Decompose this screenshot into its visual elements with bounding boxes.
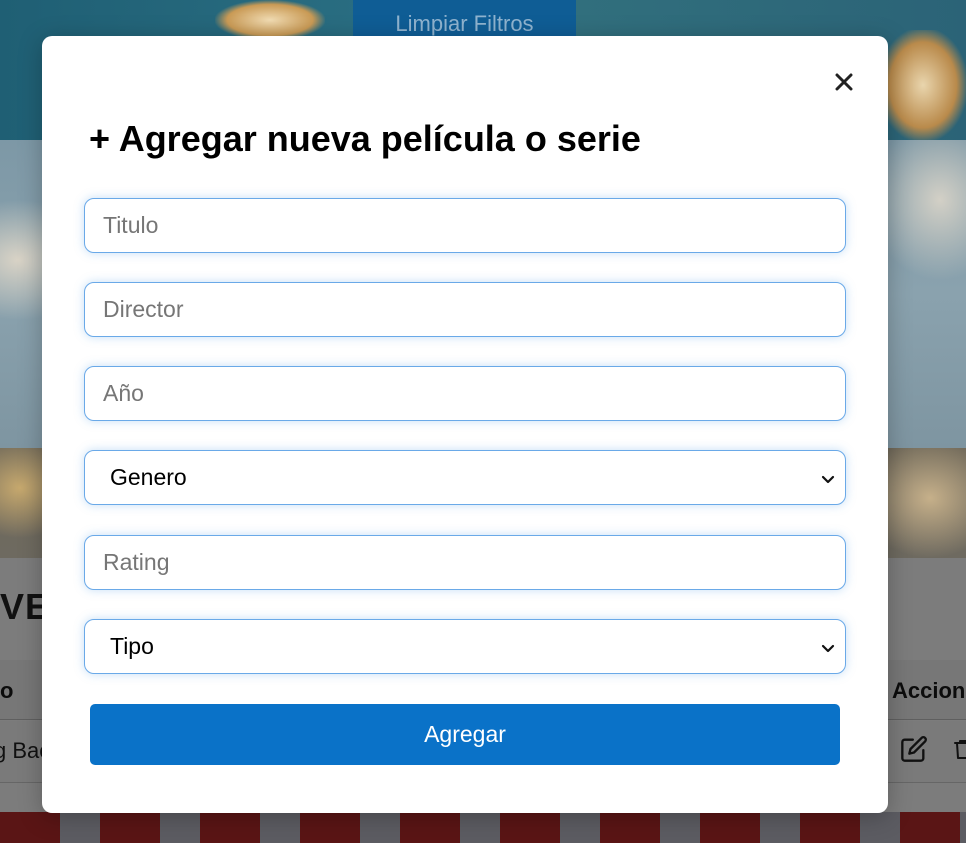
- trash-icon[interactable]: [952, 735, 966, 763]
- anio-input[interactable]: [84, 366, 846, 421]
- popcorn-box-stripes: [0, 812, 966, 843]
- add-movie-modal: + Agregar nueva película o serie Genero …: [42, 36, 888, 813]
- popcorn-image: [215, 0, 325, 40]
- tipo-select[interactable]: Tipo: [84, 619, 846, 674]
- table-header-actions: Accion: [892, 678, 966, 703]
- agregar-button[interactable]: Agregar: [90, 704, 840, 765]
- genero-select[interactable]: Genero: [84, 450, 846, 505]
- director-input[interactable]: [84, 282, 846, 337]
- table-header-cell: o: [0, 678, 14, 703]
- titulo-input[interactable]: [84, 198, 846, 253]
- chevron-down-icon: [821, 464, 835, 491]
- modal-title: + Agregar nueva película o serie: [89, 118, 641, 159]
- popcorn-image: [880, 30, 966, 140]
- chevron-down-icon: [821, 633, 835, 660]
- rating-input[interactable]: [84, 535, 846, 590]
- close-icon[interactable]: [828, 66, 860, 98]
- edit-icon[interactable]: [900, 735, 928, 763]
- genero-select-value: Genero: [110, 464, 187, 490]
- tipo-select-value: Tipo: [110, 633, 154, 659]
